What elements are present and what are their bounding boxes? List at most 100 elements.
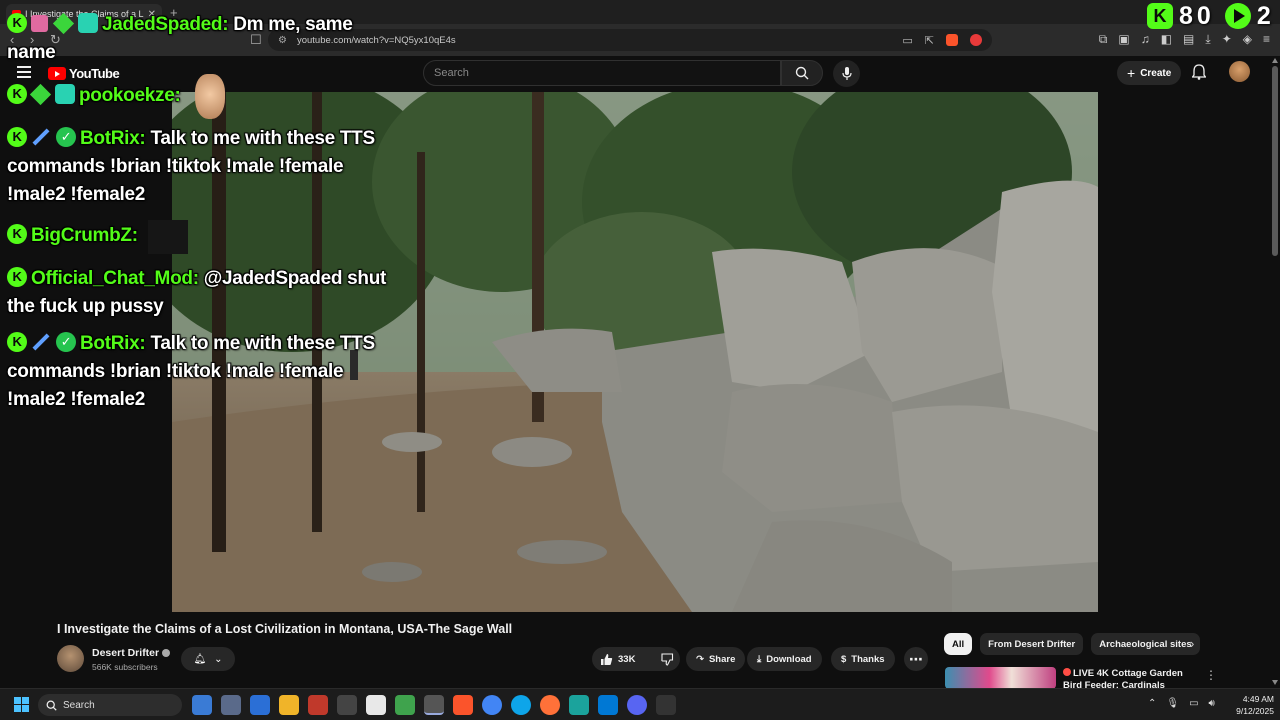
channel-name-row[interactable]: Desert Drifter — [92, 647, 171, 659]
chevron-right-icon[interactable]: › — [1190, 636, 1194, 651]
chat-username: BotRix: — [80, 128, 146, 149]
app-capcut-icon[interactable] — [366, 695, 386, 715]
chat-message: BigCrumbZ: — [7, 222, 138, 250]
search-placeholder: Search — [434, 67, 469, 79]
like-count: 33K — [618, 653, 636, 665]
chip-topic[interactable]: Archaeological sites — [1091, 633, 1200, 655]
app-maps-icon[interactable] — [395, 695, 415, 715]
recommendation-menu-icon[interactable]: ⋮ — [1205, 668, 1217, 682]
show-hidden-icons-icon[interactable]: ⌃ — [1148, 698, 1156, 709]
dislike-button[interactable] — [653, 647, 682, 671]
verified-bot-badge-icon — [56, 332, 76, 352]
kick-badge-icon — [7, 332, 27, 352]
video-title: I Investigate the Claims of a Lost Civil… — [57, 622, 513, 636]
youtube-logo[interactable]: YouTube — [48, 66, 120, 81]
cast-icon[interactable]: ▭ — [902, 34, 912, 47]
media-icon[interactable]: ♫ — [1141, 32, 1150, 47]
recommendation-thumbnail[interactable] — [945, 667, 1056, 689]
sword-badge-icon — [32, 128, 50, 146]
face-emote — [195, 74, 225, 119]
app-remote-icon[interactable] — [250, 695, 270, 715]
vscode-icon[interactable] — [598, 695, 618, 715]
notifications-bell-icon[interactable] — [1192, 64, 1206, 80]
app-settings-icon[interactable] — [192, 695, 212, 715]
thumbs-down-icon — [661, 652, 674, 666]
discord-icon[interactable] — [627, 695, 647, 715]
account-avatar[interactable] — [1229, 61, 1250, 82]
chrome-icon[interactable] — [482, 695, 502, 715]
chat-message: pookoekze: — [7, 82, 181, 110]
extensions-icon[interactable]: ⧉ — [1099, 32, 1108, 47]
more-actions-button[interactable]: ⋯ — [904, 647, 928, 671]
search-button[interactable] — [781, 60, 823, 86]
subscription-notifications-button[interactable]: 🔔︎ ⌄ — [181, 647, 235, 671]
subscriber-count: 566K subscribers — [92, 662, 158, 672]
chat-username: BotRix: — [80, 333, 146, 354]
wallet2-icon[interactable]: ▤ — [1183, 32, 1194, 47]
app-obs-icon[interactable] — [424, 695, 444, 715]
clock-date: 9/12/2025 — [1236, 706, 1274, 716]
network-icon[interactable]: ▭ — [1189, 698, 1198, 709]
share-page-icon[interactable]: ⇱ — [925, 34, 934, 47]
kick-logo-icon — [1147, 3, 1173, 29]
app-news-icon[interactable] — [308, 695, 328, 715]
firefox-icon[interactable] — [540, 695, 560, 715]
scroll-down-icon[interactable] — [1272, 680, 1278, 685]
chip-from-channel[interactable]: From Desert Drifter — [980, 633, 1084, 655]
download-icon[interactable]: ⤓ — [1205, 32, 1210, 47]
wallet-icon[interactable]: ▣ — [1118, 32, 1129, 47]
search-icon — [46, 700, 57, 711]
sidebar-icon[interactable]: ◧ — [1161, 32, 1172, 47]
app-oo-icon[interactable] — [569, 695, 589, 715]
taskbar-search[interactable]: Search — [38, 694, 182, 716]
vpn-icon[interactable]: ◈ — [1243, 32, 1252, 47]
edge-icon[interactable] — [511, 695, 531, 715]
emote-image — [148, 220, 188, 254]
play-badge-icon — [1224, 3, 1251, 29]
chat-username: BigCrumbZ: — [31, 225, 138, 246]
microphone-tray-icon[interactable]: 🎙︎ — [1166, 698, 1179, 709]
create-button[interactable]: + Create — [1117, 61, 1182, 85]
file-explorer-icon[interactable] — [279, 695, 299, 715]
verified-bot-badge-icon — [56, 127, 76, 147]
menu-icon[interactable]: ≡ — [1263, 32, 1270, 47]
brave-rewards-icon[interactable] — [970, 33, 982, 46]
windows-start-icon[interactable] — [14, 697, 29, 712]
brave-browser-icon[interactable] — [453, 695, 473, 715]
share-button[interactable]: ↷ Share — [686, 647, 746, 671]
kick-badge-icon — [7, 84, 27, 104]
app-outlook-icon[interactable] — [221, 695, 241, 715]
subscriber-badge-icon — [55, 84, 75, 104]
taskbar: Search ⌃ 🎙︎ ▭ 🔊︎ 4:49 AM 9/12/2025 — [0, 688, 1280, 720]
app-alan-icon[interactable] — [656, 695, 676, 715]
plus-icon: + — [1127, 65, 1136, 81]
guide-menu-icon[interactable] — [17, 66, 31, 81]
scroll-up-icon[interactable] — [1272, 58, 1278, 63]
thanks-button[interactable]: $ Thanks — [831, 647, 895, 671]
chat-message: BotRix: Talk to me with these TTS comman… — [7, 330, 397, 414]
brave-shields-icon[interactable] — [946, 33, 958, 46]
recommendation-title[interactable]: LIVE 4K Cottage Garden Bird Feeder: Card… — [1063, 668, 1183, 690]
chip-all[interactable]: All — [944, 633, 973, 655]
taskbar-clock[interactable]: 4:49 AM 9/12/2025 — [1222, 693, 1274, 717]
channel-avatar[interactable] — [57, 645, 84, 672]
kick-badge-icon — [7, 127, 27, 147]
app-loop-icon[interactable] — [337, 695, 357, 715]
voice-search-button[interactable] — [833, 60, 860, 87]
download-button[interactable]: ⤓ Download — [747, 647, 822, 671]
download-arrow-icon: ⤓ — [757, 653, 762, 665]
sword-badge-icon — [32, 333, 50, 351]
search-input[interactable]: Search — [423, 60, 781, 86]
kick-badge-icon — [7, 13, 27, 33]
diamond-badge-icon — [29, 83, 52, 106]
stream-stats-overlay: 80 2 — [1147, 2, 1271, 30]
chevron-down-icon: ⌄ — [214, 653, 223, 665]
like-button[interactable]: 33K — [592, 647, 643, 671]
volume-icon[interactable]: 🔊︎ — [1209, 698, 1215, 709]
channel-name[interactable]: Desert Drifter — [92, 647, 159, 659]
scrollbar-thumb[interactable] — [1272, 66, 1278, 256]
recommendation-title-row[interactable]: LIVE 4K Cottage Garden Bird Feeder: Card… — [1063, 668, 1203, 690]
screen: I Investigate the Claims of a L ✕ + ‹ › … — [0, 0, 1280, 720]
chat-username: Official_Chat_Mod: — [31, 268, 199, 289]
leo-icon[interactable]: ✦ — [1222, 32, 1232, 47]
